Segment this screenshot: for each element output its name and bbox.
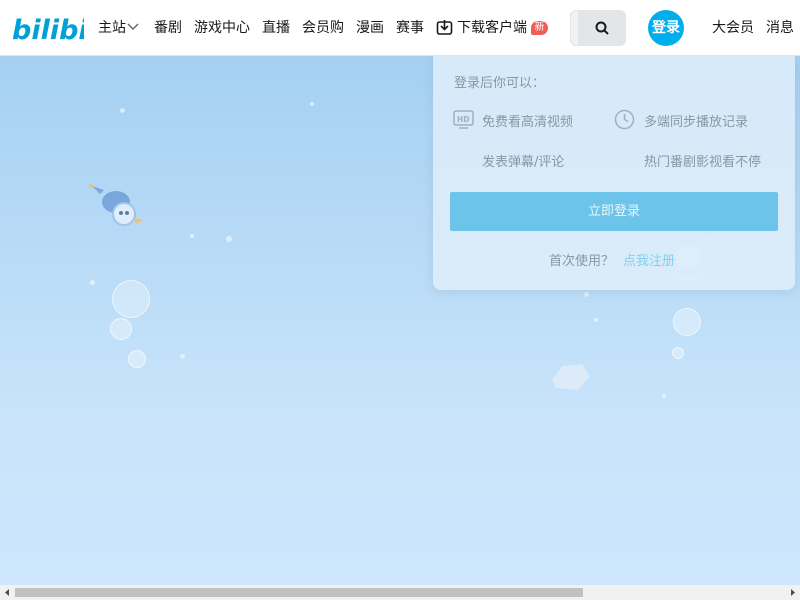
rock-decoration bbox=[552, 364, 590, 390]
chevron-down-icon[interactable] bbox=[127, 23, 139, 31]
new-badge: 新 bbox=[531, 21, 548, 35]
scroll-left-button[interactable] bbox=[0, 585, 15, 600]
bubble bbox=[190, 234, 194, 238]
scrollbar-thumb[interactable] bbox=[15, 588, 583, 597]
search-input[interactable] bbox=[570, 10, 578, 46]
feature-hd-video: 免费看高清视频 bbox=[482, 115, 574, 130]
bubble bbox=[662, 394, 666, 398]
download-icon[interactable] bbox=[436, 19, 453, 36]
feature-sync-history: 多端同步播放记录 bbox=[644, 115, 749, 130]
login-button[interactable]: 登录 bbox=[648, 10, 684, 46]
bubble bbox=[180, 354, 185, 359]
nav-item-vip[interactable]: 大会员 bbox=[712, 18, 754, 38]
hd-icon: HD bbox=[453, 110, 474, 129]
bilibili-logo[interactable]: bilibili bbox=[12, 11, 84, 45]
popup-title: 登录后你可以： bbox=[454, 76, 546, 91]
nav-item-manga[interactable]: 漫画 bbox=[356, 18, 384, 38]
bubble bbox=[310, 102, 314, 106]
nav-item-live[interactable]: 直播 bbox=[262, 18, 290, 38]
nav-item-main-site[interactable]: 主站 bbox=[98, 18, 126, 38]
nav-item-download-client[interactable]: 下载客户端 bbox=[457, 18, 527, 38]
horizontal-scrollbar[interactable] bbox=[0, 585, 800, 600]
arrow-right-icon bbox=[791, 589, 795, 596]
feature-danmaku-comment: 发表弹幕/评论 bbox=[482, 155, 565, 170]
svg-text:bilibili: bilibili bbox=[12, 15, 84, 45]
nav-item-game-center[interactable]: 游戏中心 bbox=[194, 18, 250, 38]
arrow-left-icon bbox=[5, 589, 9, 596]
scroll-right-button[interactable] bbox=[785, 585, 800, 600]
bubble bbox=[594, 318, 598, 322]
bubble bbox=[110, 318, 132, 340]
nav-item-member-shop[interactable]: 会员购 bbox=[302, 18, 344, 38]
bubble bbox=[90, 280, 95, 285]
bubble bbox=[120, 108, 125, 113]
register-link[interactable]: 点我注册 bbox=[623, 250, 675, 269]
search-icon bbox=[595, 21, 609, 35]
clock-icon bbox=[614, 109, 635, 130]
bubble bbox=[673, 308, 701, 336]
nav-item-messages[interactable]: 消息 bbox=[766, 18, 794, 38]
nav-item-anime[interactable]: 番剧 bbox=[154, 18, 182, 38]
bubble bbox=[112, 280, 150, 318]
bubble bbox=[128, 350, 146, 368]
first-use-text: 首次使用？ bbox=[549, 254, 615, 269]
login-popup: 登录后你可以： HD 免费看高清视频 多端同步播放记录 发表弹幕/评论 热门番剧… bbox=[433, 56, 795, 290]
bubble bbox=[584, 292, 589, 297]
search-button[interactable] bbox=[578, 10, 626, 46]
top-header: bilibili 主站 番剧 游戏中心 直播 会员购 漫画 赛事 下载客户端 新… bbox=[0, 0, 800, 56]
svg-text:HD: HD bbox=[457, 115, 470, 124]
feature-hot-anime: 热门番剧影视看不停 bbox=[644, 155, 762, 170]
nav-item-esports[interactable]: 赛事 bbox=[396, 18, 424, 38]
login-now-button[interactable]: 立即登录 bbox=[450, 192, 778, 231]
diver-character-icon bbox=[89, 184, 144, 226]
bubble bbox=[672, 347, 684, 359]
bubble bbox=[226, 236, 232, 242]
